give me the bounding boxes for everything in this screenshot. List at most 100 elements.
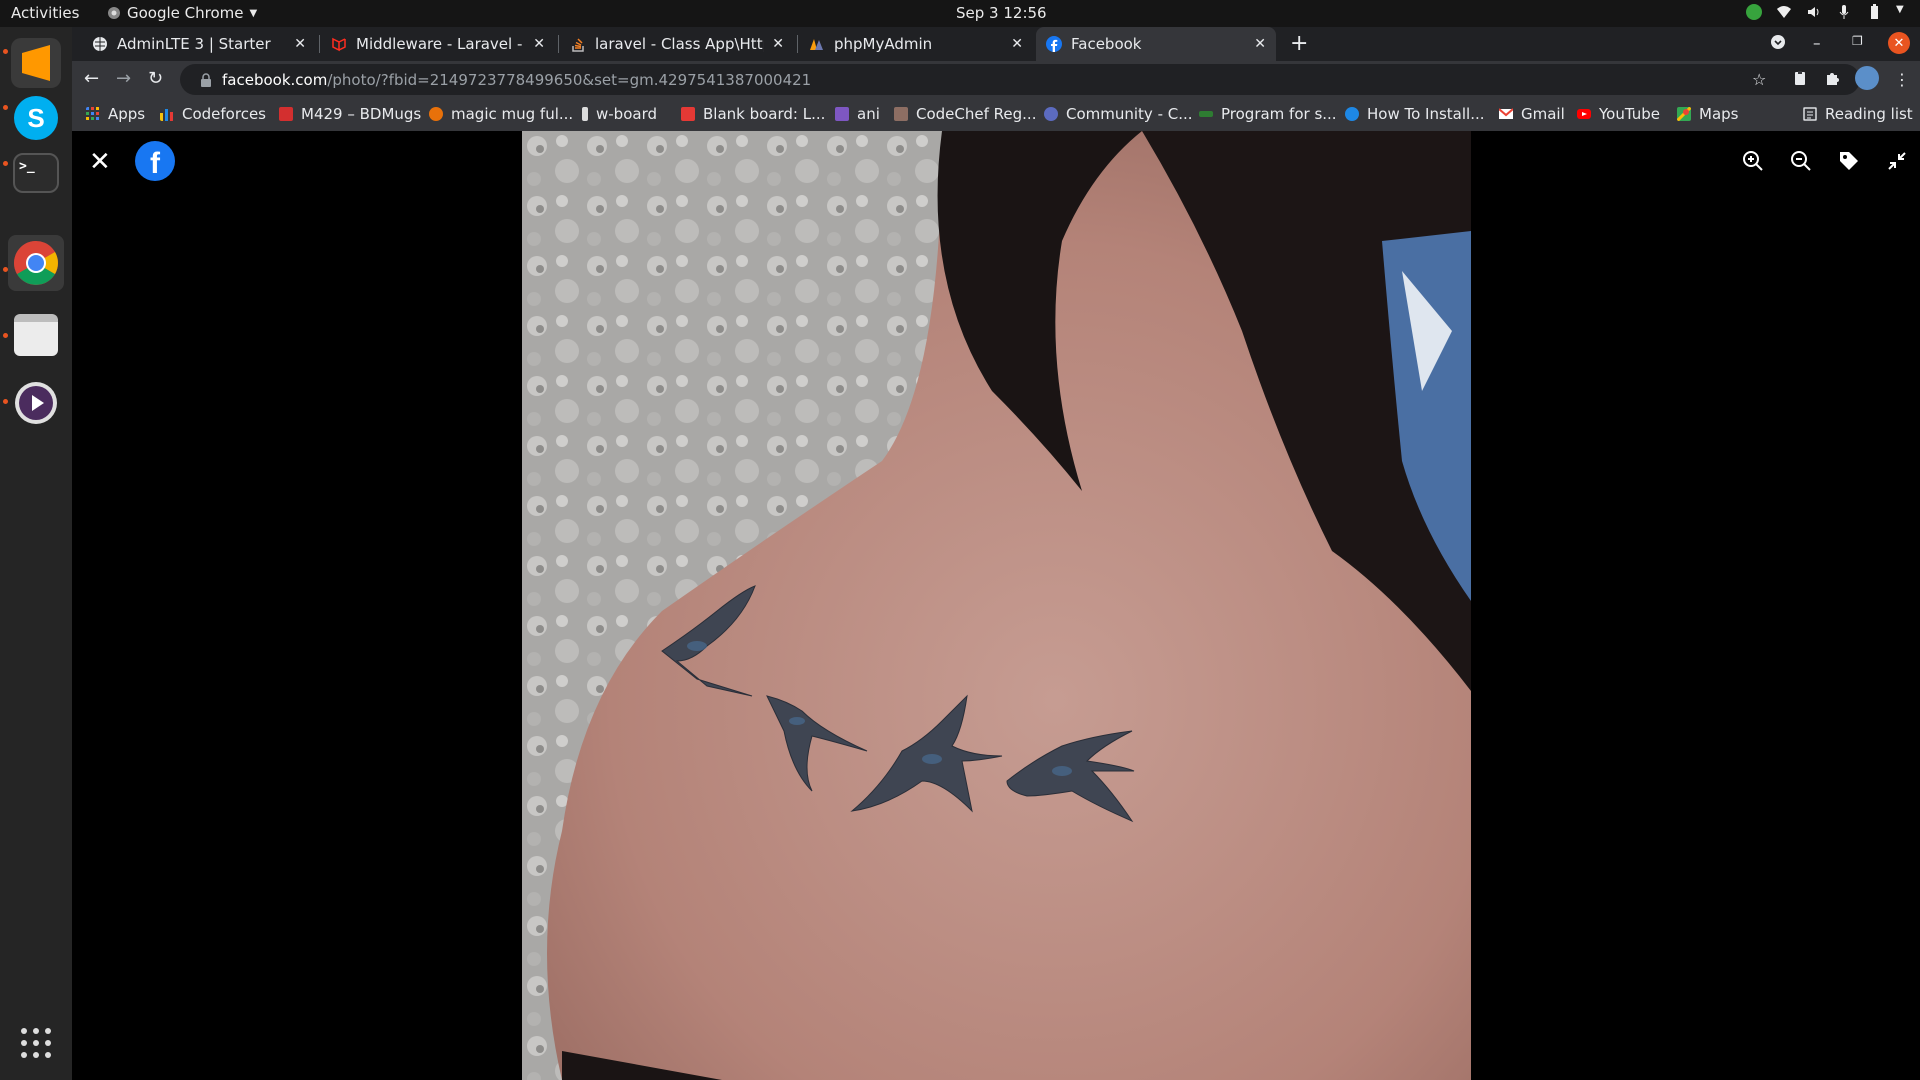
stackoverflow-icon	[572, 38, 584, 52]
photo-viewer: ✕ f	[72, 131, 1920, 1080]
bookmark-w-board[interactable]: w-board	[582, 105, 657, 123]
new-tab-button[interactable]: +	[1290, 31, 1308, 56]
bookmark-label: Apps	[108, 105, 146, 123]
close-tab-icon[interactable]: ✕	[1254, 36, 1266, 52]
reload-icon[interactable]: ↻	[148, 68, 163, 89]
tab-phpmyadmin[interactable]: phpMyAdmin ✕	[799, 27, 1033, 61]
tab-facebook[interactable]: Facebook ✕	[1036, 27, 1276, 61]
bookmark-codeforces[interactable]: Codeforces	[160, 105, 266, 123]
bookmark-blank-board[interactable]: Blank board: L...	[681, 105, 825, 123]
restore-icon[interactable]: ❐	[1852, 34, 1863, 48]
dock-terminal[interactable]: >_	[8, 145, 64, 201]
globe-icon	[93, 37, 107, 51]
tag-icon[interactable]	[1837, 149, 1861, 173]
bookmark-label: How To Install...	[1367, 105, 1485, 123]
tab-adminlte[interactable]: AdminLTE 3 | Starter ✕	[82, 27, 316, 61]
bdmugs-icon	[279, 107, 293, 121]
bookmark-ani[interactable]: ani	[835, 105, 880, 123]
address-bar[interactable]: facebook.com/photo/?fbid=214972377849965…	[180, 64, 1860, 95]
photo[interactable]	[522, 131, 1471, 1080]
exit-fullscreen-icon[interactable]	[1885, 149, 1909, 173]
zoom-in-icon[interactable]	[1741, 149, 1765, 173]
tab-stackoverflow[interactable]: laravel - Class App\Http\M ✕	[560, 27, 794, 61]
tab-separator	[319, 35, 320, 53]
codechef-icon	[894, 107, 908, 121]
laravel-icon	[332, 37, 346, 52]
bookmark-label: ani	[857, 105, 880, 123]
update-icon	[1746, 4, 1762, 20]
forward-icon[interactable]: →	[116, 68, 131, 89]
back-icon[interactable]: ←	[84, 68, 99, 89]
tab-search-icon[interactable]	[1770, 34, 1786, 54]
wifi-icon	[1776, 4, 1792, 20]
bookmark-label: Gmail	[1521, 105, 1565, 123]
close-window-icon[interactable]: ✕	[1888, 32, 1910, 54]
show-applications-button[interactable]	[20, 1027, 52, 1059]
bookmark-community[interactable]: Community - C...	[1044, 105, 1193, 123]
volume-icon	[1806, 4, 1822, 20]
bookmark-how-to-install[interactable]: How To Install...	[1345, 105, 1485, 123]
more-menu-icon[interactable]: ⋮	[1894, 70, 1910, 89]
bookmark-label: CodeChef Reg...	[916, 105, 1037, 123]
community-icon	[1044, 107, 1058, 121]
bookmark-magic-mug[interactable]: magic mug ful...	[429, 105, 573, 123]
dock-skype[interactable]: S	[8, 90, 64, 146]
reading-list-button[interactable]: Reading list	[1803, 105, 1913, 123]
system-top-bar: Activities Google Chrome ▼ Sep 3 12:56 ▼	[0, 0, 1920, 27]
bookmark-star-icon[interactable]: ☆	[1752, 70, 1766, 89]
sublime-text-icon	[11, 38, 61, 88]
blank-board-icon	[681, 107, 695, 121]
tab-title: laravel - Class App\Http\M	[595, 35, 764, 53]
w-board-icon	[582, 107, 588, 121]
tab-title: AdminLTE 3 | Starter	[117, 35, 271, 53]
minimize-icon[interactable]: –	[1813, 34, 1821, 52]
shoulder-tattoo-photo	[522, 131, 1471, 1080]
bookmark-maps[interactable]: Maps	[1677, 105, 1738, 123]
chrome-icon	[14, 241, 58, 285]
system-tray[interactable]: ▼	[1746, 4, 1906, 20]
zoom-out-icon[interactable]	[1789, 149, 1813, 173]
dock: S >_	[0, 27, 72, 1080]
chevron-down-icon: ▼	[249, 7, 258, 19]
tab-strip: AdminLTE 3 | Starter ✕ Middleware - Lara…	[72, 27, 1920, 61]
url-path: /photo/?fbid=2149723778499650&set=gm.429…	[327, 70, 812, 89]
tab-title: phpMyAdmin	[834, 35, 933, 53]
tab-separator	[558, 35, 559, 53]
lock-icon	[201, 72, 211, 87]
geeksforgeeks-icon	[1199, 111, 1213, 117]
close-tab-icon[interactable]: ✕	[294, 36, 306, 52]
close-tab-icon[interactable]: ✕	[533, 36, 545, 52]
profile-avatar[interactable]	[1855, 66, 1879, 90]
reading-list-icon	[1803, 107, 1817, 121]
dock-chrome[interactable]	[8, 235, 64, 291]
dock-sublime-text[interactable]	[8, 35, 64, 91]
extensions-puzzle-icon[interactable]	[1825, 70, 1841, 90]
close-icon[interactable]: ✕	[89, 147, 111, 177]
chevron-down-icon: ▼	[1896, 4, 1904, 15]
bookmark-gmail[interactable]: Gmail	[1499, 105, 1565, 123]
bookmark-label: w-board	[596, 105, 657, 123]
bookmark-codechef[interactable]: CodeChef Reg...	[894, 105, 1036, 123]
extension-clipboard-icon[interactable]	[1792, 70, 1808, 90]
bookmark-bdmugs[interactable]: M429 – BDMugs	[279, 105, 421, 123]
tab-laravel-middleware[interactable]: Middleware - Laravel - The ✕	[321, 27, 555, 61]
close-tab-icon[interactable]: ✕	[772, 36, 784, 52]
dock-media-player[interactable]	[8, 375, 64, 431]
facebook-icon	[1046, 36, 1062, 52]
how-to-install-icon	[1345, 107, 1359, 121]
bookmark-apps[interactable]: Apps	[86, 105, 145, 123]
bookmarks-bar: Apps Codeforces M429 – BDMugs magic mug …	[72, 97, 1920, 131]
files-icon	[14, 314, 58, 356]
maps-icon	[1677, 107, 1691, 121]
bookmark-label: Community - C...	[1066, 105, 1193, 123]
clock[interactable]: Sep 3 12:56	[956, 4, 1047, 22]
dock-files[interactable]	[8, 307, 64, 363]
close-tab-icon[interactable]: ✕	[1011, 36, 1023, 52]
toolbar: ← → ↻ facebook.com/photo/?fbid=214972377…	[72, 61, 1920, 97]
bookmark-program-for[interactable]: Program for s...	[1199, 105, 1337, 123]
facebook-logo[interactable]: f	[135, 141, 175, 181]
activities-button[interactable]: Activities	[11, 4, 79, 22]
bookmark-youtube[interactable]: YouTube	[1577, 105, 1660, 123]
app-menu[interactable]: Google Chrome ▼	[107, 4, 257, 22]
reading-list-label: Reading list	[1825, 105, 1913, 123]
